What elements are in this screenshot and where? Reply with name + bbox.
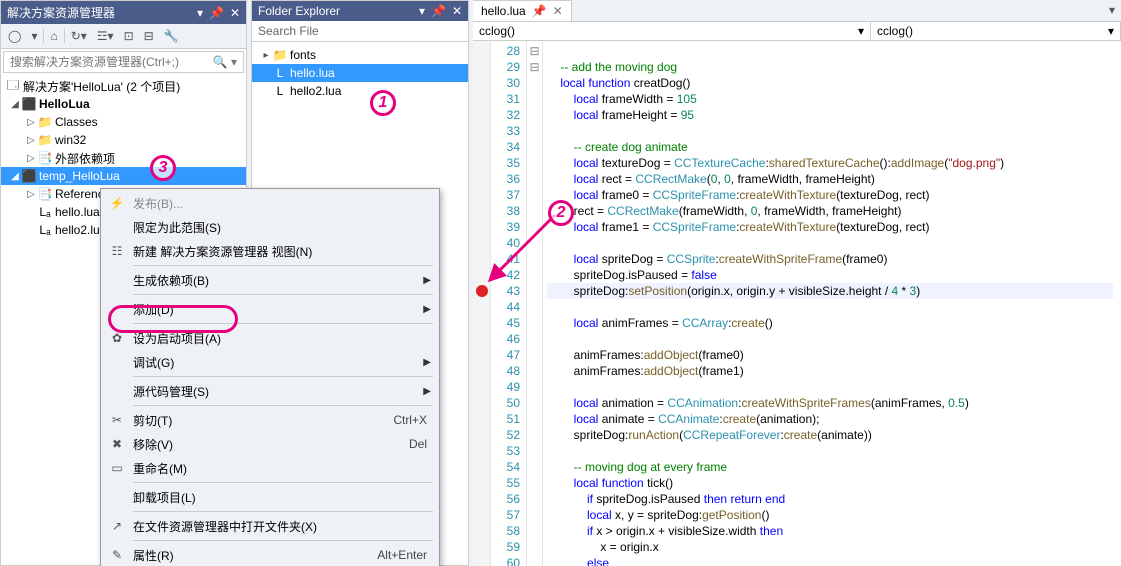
menu-item[interactable]: 源代码管理(S)▶	[103, 379, 437, 403]
tab-label: hello.lua	[481, 4, 526, 18]
tree-node[interactable]: ◢⬛HelloLua	[1, 95, 246, 113]
tab-overflow-icon[interactable]: ▾	[1103, 0, 1121, 21]
nav-dropdown-icon[interactable]: ▾	[27, 27, 41, 45]
code-editor: hello.lua 📌 ✕ ▾ cclog() ▾ cclog() ▾ 2829…	[473, 0, 1121, 566]
pin-icon[interactable]: 📌	[431, 4, 446, 18]
tree-node[interactable]: ◢⬛temp_HelloLua	[1, 167, 246, 185]
menu-item[interactable]: ↗在文件资源管理器中打开文件夹(X)	[103, 514, 437, 538]
home-icon[interactable]: ⌂	[46, 27, 61, 45]
tree-node[interactable]: ▷📁Classes	[1, 113, 246, 131]
folder-item[interactable]: Lhello.lua	[252, 64, 468, 82]
pin-icon[interactable]: 📌	[532, 4, 547, 18]
menu-item[interactable]: 调试(G)▶	[103, 350, 437, 374]
chevron-down-icon: ▾	[858, 24, 864, 38]
properties-icon[interactable]: 🔧	[160, 27, 183, 45]
menu-item: ⚡发布(B)...	[103, 191, 437, 215]
showall-icon[interactable]: ⊡	[120, 27, 138, 45]
dropdown-icon[interactable]: ▾	[419, 4, 425, 18]
panel-title: Folder Explorer	[258, 4, 340, 18]
scope-combo[interactable]: cclog() ▾	[473, 22, 871, 40]
menu-item[interactable]: 添加(D)▶	[103, 297, 437, 321]
menu-item[interactable]: 卸载项目(L)	[103, 485, 437, 509]
context-menu: ⚡发布(B)...限定为此范围(S)☷新建 解决方案资源管理器 视图(N) 生成依…	[100, 188, 440, 566]
refresh-icon[interactable]: ↻▾	[67, 27, 91, 45]
line-numbers: 2829303132333435363738394041424344454647…	[491, 41, 527, 566]
toolbar: ◯ ▾ ⌂ ↻▾ ☲▾ ⊡ ⊟ 🔧	[1, 24, 246, 49]
menu-item[interactable]: ✖移除(V)Del	[103, 432, 437, 456]
panel-header: Folder Explorer ▾ 📌 ✕	[252, 1, 468, 21]
tree-root[interactable]: 🗔解决方案'HelloLua' (2 个项目)	[1, 77, 246, 95]
panel-title: 解决方案资源管理器	[7, 4, 115, 21]
sync-icon[interactable]: ☲▾	[93, 27, 118, 45]
menu-item[interactable]: ✂剪切(T)Ctrl+X	[103, 408, 437, 432]
fold-margin[interactable]: ⊟⊟	[527, 41, 543, 566]
code-area[interactable]: 2829303132333435363738394041424344454647…	[473, 41, 1121, 566]
navigation-bar: cclog() ▾ cclog() ▾	[473, 22, 1121, 41]
panel-header: 解决方案资源管理器 ▾ 📌 ✕	[1, 1, 246, 24]
menu-item[interactable]: ✿设为启动项目(A)	[103, 326, 437, 350]
code-text[interactable]: -- add the moving dog local function cre…	[543, 41, 1121, 566]
dropdown-icon[interactable]: ▾	[197, 6, 203, 20]
tree-node[interactable]: ▷📁win32	[1, 131, 246, 149]
menu-item[interactable]: ▭重命名(M)	[103, 456, 437, 480]
editor-tabs: hello.lua 📌 ✕ ▾	[473, 0, 1121, 22]
menu-item[interactable]: ✎属性(R)Alt+Enter	[103, 543, 437, 566]
breakpoint-margin[interactable]	[473, 41, 491, 566]
chevron-down-icon: ▾	[1108, 24, 1114, 38]
back-icon[interactable]: ◯	[4, 27, 25, 45]
folder-item[interactable]: ▸📁fonts	[252, 46, 468, 64]
menu-item[interactable]: ☷新建 解决方案资源管理器 视图(N)	[103, 239, 437, 263]
close-icon[interactable]: ✕	[452, 4, 462, 18]
search-box[interactable]: 🔍 ▾	[3, 51, 244, 73]
menu-item[interactable]: 生成依赖项(B)▶	[103, 268, 437, 292]
close-icon[interactable]: ✕	[230, 6, 240, 20]
search-input[interactable]	[10, 55, 209, 69]
member-combo[interactable]: cclog() ▾	[871, 22, 1121, 40]
pin-icon[interactable]: 📌	[209, 6, 224, 20]
folder-search[interactable]: Search File	[252, 21, 468, 42]
editor-tab[interactable]: hello.lua 📌 ✕	[473, 0, 572, 21]
search-icon: 🔍 ▾	[213, 55, 237, 69]
menu-item[interactable]: 限定为此范围(S)	[103, 215, 437, 239]
breakpoint-dot[interactable]	[476, 285, 488, 297]
close-icon[interactable]: ✕	[553, 4, 563, 18]
tree-node[interactable]: ▷📑外部依赖项	[1, 149, 246, 167]
folder-item[interactable]: Lhello2.lua	[252, 82, 468, 100]
collapse-icon[interactable]: ⊟	[140, 27, 158, 45]
